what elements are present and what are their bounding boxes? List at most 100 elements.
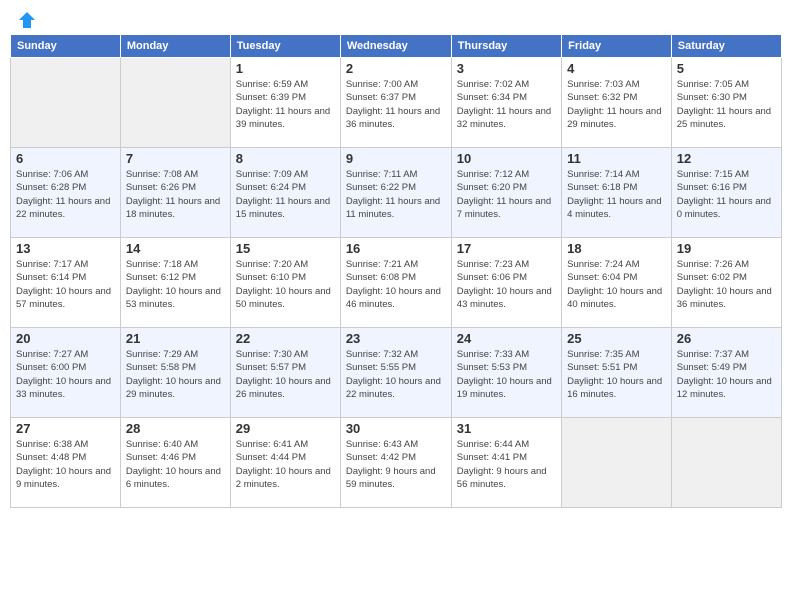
- day-number: 29: [236, 421, 335, 436]
- calendar-cell: 3 Sunrise: 7:02 AM Sunset: 6:34 PM Daylig…: [451, 58, 561, 148]
- day-number: 31: [457, 421, 556, 436]
- calendar-header-sunday: Sunday: [11, 35, 121, 58]
- day-number: 20: [16, 331, 115, 346]
- day-info: Sunrise: 6:41 AM Sunset: 4:44 PM Dayligh…: [236, 438, 335, 491]
- calendar-cell: [671, 418, 781, 508]
- day-info: Sunrise: 7:06 AM Sunset: 6:28 PM Dayligh…: [16, 168, 115, 221]
- day-number: 8: [236, 151, 335, 166]
- logo: [15, 10, 37, 26]
- calendar-cell: [120, 58, 230, 148]
- day-number: 18: [567, 241, 666, 256]
- calendar-cell: 18 Sunrise: 7:24 AM Sunset: 6:04 PM Dayli…: [562, 238, 672, 328]
- day-info: Sunrise: 7:35 AM Sunset: 5:51 PM Dayligh…: [567, 348, 666, 401]
- day-info: Sunrise: 7:24 AM Sunset: 6:04 PM Dayligh…: [567, 258, 666, 311]
- day-info: Sunrise: 7:00 AM Sunset: 6:37 PM Dayligh…: [346, 78, 446, 131]
- calendar-cell: 13 Sunrise: 7:17 AM Sunset: 6:14 PM Dayli…: [11, 238, 121, 328]
- calendar-week-5: 27 Sunrise: 6:38 AM Sunset: 4:48 PM Dayli…: [11, 418, 782, 508]
- calendar-cell: 12 Sunrise: 7:15 AM Sunset: 6:16 PM Dayli…: [671, 148, 781, 238]
- logo-icon: [17, 10, 37, 30]
- day-number: 13: [16, 241, 115, 256]
- calendar-cell: 15Sunrise: 7:20 AM Sunset: 6:10 PM Dayli…: [230, 238, 340, 328]
- day-number: 30: [346, 421, 446, 436]
- calendar-cell: 6Sunrise: 7:06 AM Sunset: 6:28 PM Daylig…: [11, 148, 121, 238]
- calendar-cell: 30 Sunrise: 6:43 AM Sunset: 4:42 PM Dayli…: [340, 418, 451, 508]
- day-info: Sunrise: 7:17 AM Sunset: 6:14 PM Dayligh…: [16, 258, 115, 311]
- day-number: 24: [457, 331, 556, 346]
- calendar-cell: 26 Sunrise: 7:37 AM Sunset: 5:49 PM Dayli…: [671, 328, 781, 418]
- day-number: 4: [567, 61, 666, 76]
- calendar-week-2: 6Sunrise: 7:06 AM Sunset: 6:28 PM Daylig…: [11, 148, 782, 238]
- calendar-cell: 9 Sunrise: 7:11 AM Sunset: 6:22 PM Daylig…: [340, 148, 451, 238]
- day-info: Sunrise: 6:43 AM Sunset: 4:42 PM Dayligh…: [346, 438, 446, 491]
- day-info: Sunrise: 7:02 AM Sunset: 6:34 PM Dayligh…: [457, 78, 556, 131]
- calendar-cell: 28 Sunrise: 6:40 AM Sunset: 4:46 PM Dayli…: [120, 418, 230, 508]
- day-info: Sunrise: 7:30 AM Sunset: 5:57 PM Dayligh…: [236, 348, 335, 401]
- day-info: Sunrise: 7:37 AM Sunset: 5:49 PM Dayligh…: [677, 348, 776, 401]
- day-number: 12: [677, 151, 776, 166]
- calendar-header-friday: Friday: [562, 35, 672, 58]
- calendar-cell: 1Sunrise: 6:59 AM Sunset: 6:39 PM Daylig…: [230, 58, 340, 148]
- day-number: 17: [457, 241, 556, 256]
- calendar-cell: 7Sunrise: 7:08 AM Sunset: 6:26 PM Daylig…: [120, 148, 230, 238]
- day-number: 3: [457, 61, 556, 76]
- calendar-header-wednesday: Wednesday: [340, 35, 451, 58]
- calendar-cell: 2 Sunrise: 7:00 AM Sunset: 6:37 PM Daylig…: [340, 58, 451, 148]
- day-number: 25: [567, 331, 666, 346]
- day-number: 28: [126, 421, 225, 436]
- day-info: Sunrise: 7:03 AM Sunset: 6:32 PM Dayligh…: [567, 78, 666, 131]
- calendar-cell: 4 Sunrise: 7:03 AM Sunset: 6:32 PM Daylig…: [562, 58, 672, 148]
- day-info: Sunrise: 6:44 AM Sunset: 4:41 PM Dayligh…: [457, 438, 556, 491]
- day-number: 19: [677, 241, 776, 256]
- calendar-table: SundayMondayTuesdayWednesdayThursdayFrid…: [10, 34, 782, 508]
- calendar-header-row: SundayMondayTuesdayWednesdayThursdayFrid…: [11, 35, 782, 58]
- day-number: 14: [126, 241, 225, 256]
- day-number: 10: [457, 151, 556, 166]
- calendar-body: 1Sunrise: 6:59 AM Sunset: 6:39 PM Daylig…: [11, 58, 782, 508]
- day-number: 11: [567, 151, 666, 166]
- day-info: Sunrise: 7:33 AM Sunset: 5:53 PM Dayligh…: [457, 348, 556, 401]
- day-info: Sunrise: 7:23 AM Sunset: 6:06 PM Dayligh…: [457, 258, 556, 311]
- calendar-cell: 16 Sunrise: 7:21 AM Sunset: 6:08 PM Dayli…: [340, 238, 451, 328]
- page-header: [10, 10, 782, 26]
- day-number: 26: [677, 331, 776, 346]
- calendar-cell: 22 Sunrise: 7:30 AM Sunset: 5:57 PM Dayli…: [230, 328, 340, 418]
- day-info: Sunrise: 7:20 AM Sunset: 6:10 PM Dayligh…: [236, 258, 335, 311]
- day-number: 5: [677, 61, 776, 76]
- day-info: Sunrise: 7:21 AM Sunset: 6:08 PM Dayligh…: [346, 258, 446, 311]
- calendar-cell: 14Sunrise: 7:18 AM Sunset: 6:12 PM Dayli…: [120, 238, 230, 328]
- calendar-cell: 5Sunrise: 7:05 AM Sunset: 6:30 PM Daylig…: [671, 58, 781, 148]
- calendar-cell: 10Sunrise: 7:12 AM Sunset: 6:20 PM Dayli…: [451, 148, 561, 238]
- day-number: 23: [346, 331, 446, 346]
- day-number: 9: [346, 151, 446, 166]
- calendar-header-saturday: Saturday: [671, 35, 781, 58]
- calendar-cell: 20Sunrise: 7:27 AM Sunset: 6:00 PM Dayli…: [11, 328, 121, 418]
- calendar-cell: 24 Sunrise: 7:33 AM Sunset: 5:53 PM Dayli…: [451, 328, 561, 418]
- day-info: Sunrise: 7:32 AM Sunset: 5:55 PM Dayligh…: [346, 348, 446, 401]
- day-number: 16: [346, 241, 446, 256]
- calendar-cell: 11 Sunrise: 7:14 AM Sunset: 6:18 PM Dayli…: [562, 148, 672, 238]
- day-info: Sunrise: 7:11 AM Sunset: 6:22 PM Dayligh…: [346, 168, 446, 221]
- calendar-cell: 8 Sunrise: 7:09 AM Sunset: 6:24 PM Daylig…: [230, 148, 340, 238]
- calendar-week-3: 13 Sunrise: 7:17 AM Sunset: 6:14 PM Dayli…: [11, 238, 782, 328]
- calendar-header-monday: Monday: [120, 35, 230, 58]
- day-info: Sunrise: 7:09 AM Sunset: 6:24 PM Dayligh…: [236, 168, 335, 221]
- calendar-cell: 29 Sunrise: 6:41 AM Sunset: 4:44 PM Dayli…: [230, 418, 340, 508]
- day-info: Sunrise: 7:26 AM Sunset: 6:02 PM Dayligh…: [677, 258, 776, 311]
- calendar-header-thursday: Thursday: [451, 35, 561, 58]
- calendar-cell: 17 Sunrise: 7:23 AM Sunset: 6:06 PM Dayli…: [451, 238, 561, 328]
- day-number: 27: [16, 421, 115, 436]
- calendar-cell: 21Sunrise: 7:29 AM Sunset: 5:58 PM Dayli…: [120, 328, 230, 418]
- day-info: Sunrise: 7:14 AM Sunset: 6:18 PM Dayligh…: [567, 168, 666, 221]
- calendar-cell: 23 Sunrise: 7:32 AM Sunset: 5:55 PM Dayli…: [340, 328, 451, 418]
- day-number: 2: [346, 61, 446, 76]
- day-info: Sunrise: 6:40 AM Sunset: 4:46 PM Dayligh…: [126, 438, 225, 491]
- day-info: Sunrise: 6:38 AM Sunset: 4:48 PM Dayligh…: [16, 438, 115, 491]
- day-info: Sunrise: 7:15 AM Sunset: 6:16 PM Dayligh…: [677, 168, 776, 221]
- calendar-cell: [11, 58, 121, 148]
- calendar-cell: [562, 418, 672, 508]
- calendar-cell: 19 Sunrise: 7:26 AM Sunset: 6:02 PM Dayli…: [671, 238, 781, 328]
- calendar-week-1: 1Sunrise: 6:59 AM Sunset: 6:39 PM Daylig…: [11, 58, 782, 148]
- day-number: 7: [126, 151, 225, 166]
- day-info: Sunrise: 6:59 AM Sunset: 6:39 PM Dayligh…: [236, 78, 335, 131]
- day-number: 22: [236, 331, 335, 346]
